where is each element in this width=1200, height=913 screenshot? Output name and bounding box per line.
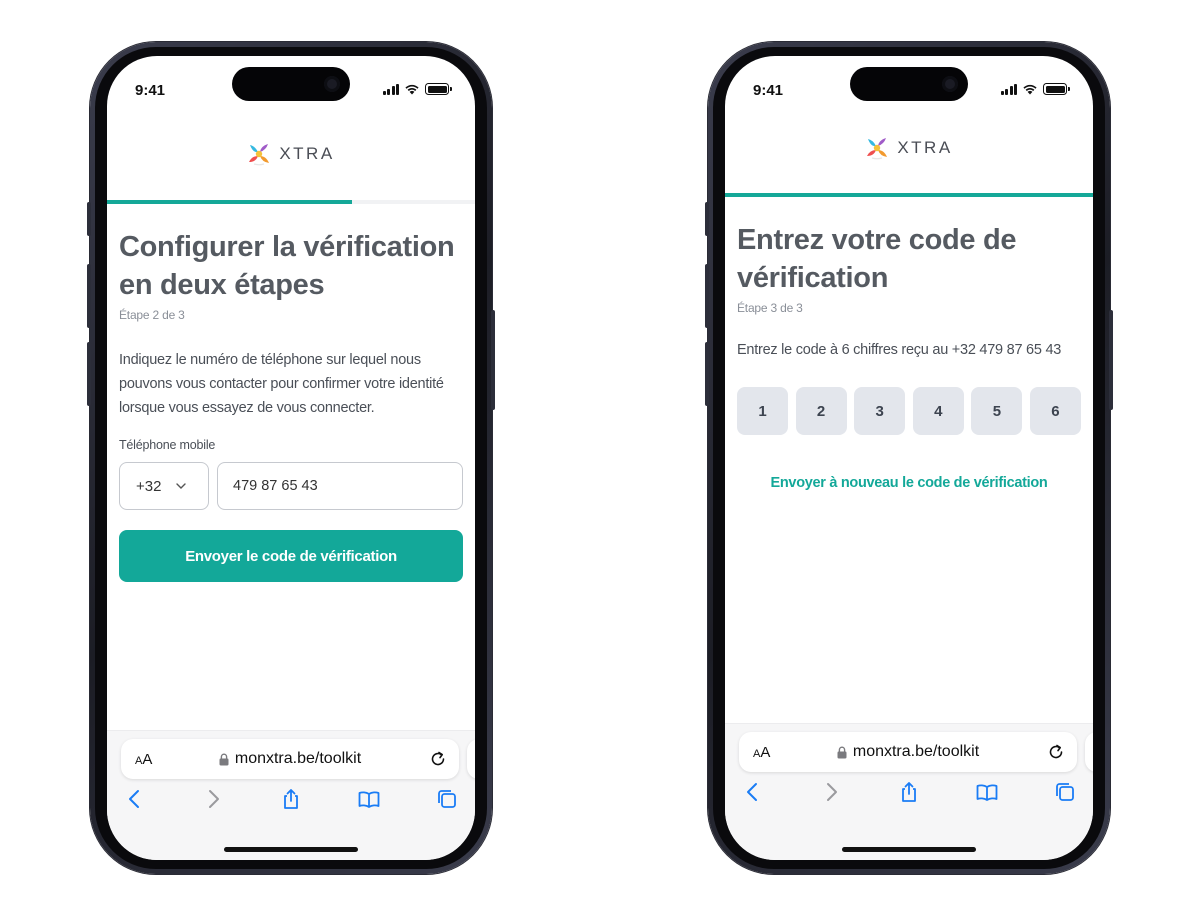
phone-mockup-step-3: 9:41 XTRA Entrez votre code de vérificat… — [705, 42, 1113, 874]
volume-down-button — [87, 342, 91, 406]
country-code-value: +32 — [136, 477, 162, 495]
status-time: 9:41 — [753, 82, 784, 99]
volume-up-button — [705, 264, 709, 328]
action-button — [87, 202, 91, 236]
power-button — [1109, 310, 1113, 410]
status-icons — [382, 83, 452, 95]
browser-navigation — [107, 787, 475, 817]
brand-name: XTRA — [897, 138, 953, 157]
url-display: monxtra.be/toolkit — [121, 750, 459, 768]
code-digit-4[interactable]: 4 — [912, 387, 964, 435]
wifi-icon — [1023, 84, 1037, 95]
tabs-icon[interactable] — [435, 787, 459, 811]
phone-number-input[interactable] — [217, 462, 463, 510]
address-bar[interactable]: AA monxtra.be/toolkit — [739, 732, 1077, 772]
country-code-select[interactable]: +32 — [119, 462, 209, 510]
main-content: Entrez votre code de vérification Étape … — [737, 221, 1081, 491]
battery-icon — [425, 83, 452, 95]
page-title: Entrez votre code de vérification — [737, 224, 1017, 294]
code-digit-2[interactable]: 2 — [795, 387, 847, 435]
brand-logo: XTRA — [107, 142, 475, 166]
progress-fill — [725, 193, 1093, 197]
volume-up-button — [87, 264, 91, 328]
code-digit-1[interactable]: 1 — [737, 387, 788, 435]
url-display: monxtra.be/toolkit — [739, 743, 1077, 761]
progress-bar — [725, 193, 1093, 197]
action-button — [705, 202, 709, 236]
code-digit-5[interactable]: 5 — [971, 387, 1023, 435]
chevron-down-icon — [176, 483, 187, 489]
cellular-signal-icon — [382, 83, 399, 95]
brand-name: XTRA — [279, 144, 335, 163]
wifi-icon — [405, 84, 419, 95]
battery-icon — [1043, 83, 1070, 95]
progress-bar — [107, 200, 475, 204]
status-icons — [1000, 83, 1070, 95]
code-digit-3[interactable]: 3 — [854, 387, 906, 435]
phone-mockup-step-2: 9:41 XTRA Configurer la vérification en … — [87, 42, 495, 874]
share-icon[interactable] — [279, 787, 303, 811]
phone-number-row: +32 — [119, 462, 463, 510]
brand-logo: XTRA — [725, 136, 1093, 160]
lock-icon — [219, 753, 229, 765]
next-tab-preview[interactable] — [467, 739, 475, 779]
share-icon[interactable] — [897, 780, 921, 804]
home-indicator — [224, 847, 358, 852]
code-digit-6[interactable]: 6 — [1029, 387, 1081, 435]
safari-toolbar: AA monxtra.be/toolkit — [725, 723, 1093, 860]
front-camera — [942, 76, 958, 92]
back-chevron-icon[interactable] — [741, 780, 765, 804]
bookmarks-icon[interactable] — [975, 780, 999, 804]
instructions-text: Indiquez le numéro de téléphone sur lequ… — [119, 352, 444, 416]
phone-field-label: Téléphone mobile — [119, 438, 216, 452]
bookmarks-icon[interactable] — [357, 787, 381, 811]
status-time: 9:41 — [135, 82, 166, 99]
verification-code-inputs: 1 2 3 4 5 6 — [737, 387, 1081, 435]
forward-chevron-icon[interactable] — [201, 787, 225, 811]
screen: 9:41 — [107, 56, 475, 860]
url-text: monxtra.be/toolkit — [234, 750, 362, 767]
page-title: Configurer la vérification en deux étape… — [119, 231, 455, 301]
next-tab-preview[interactable] — [1085, 732, 1093, 772]
xtra-logo-mark — [249, 144, 270, 166]
send-code-button[interactable]: Envoyer le code de vérification — [119, 530, 463, 582]
screen: 9:41 — [725, 56, 1093, 860]
home-indicator — [842, 847, 976, 852]
progress-fill — [107, 200, 353, 204]
volume-down-button — [705, 342, 709, 406]
tabs-icon[interactable] — [1053, 780, 1077, 804]
resend-code-link[interactable]: Envoyer à nouveau le code de vérificatio… — [737, 475, 1081, 491]
power-button — [491, 310, 495, 410]
cellular-signal-icon — [1000, 83, 1017, 95]
lock-icon — [837, 746, 847, 758]
front-camera — [324, 76, 340, 92]
dynamic-island — [232, 67, 350, 101]
browser-navigation — [725, 780, 1093, 810]
safari-toolbar: AA monxtra.be/toolkit — [107, 730, 475, 860]
back-chevron-icon[interactable] — [123, 787, 147, 811]
status-bar: 9:41 — [107, 56, 475, 112]
url-text: monxtra.be/toolkit — [852, 743, 980, 760]
step-indicator: Étape 2 de 3 — [119, 308, 185, 322]
address-bar[interactable]: AA monxtra.be/toolkit — [121, 739, 459, 779]
step-indicator: Étape 3 de 3 — [737, 301, 803, 315]
reload-icon[interactable] — [1047, 743, 1065, 761]
instructions-text: Entrez le code à 6 chiffres reçu au +32 … — [737, 342, 1062, 358]
reload-icon[interactable] — [429, 750, 447, 768]
status-bar: 9:41 — [725, 56, 1093, 112]
forward-chevron-icon[interactable] — [819, 780, 843, 804]
xtra-logo-mark — [867, 138, 888, 160]
dynamic-island — [850, 67, 968, 101]
main-content: Configurer la vérification en deux étape… — [119, 228, 463, 582]
